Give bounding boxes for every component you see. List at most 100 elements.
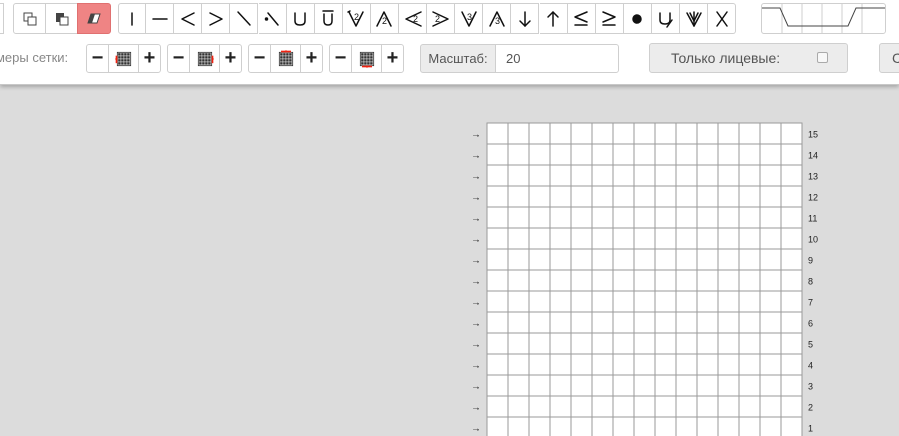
grid-cell[interactable] (507, 206, 530, 229)
grid-cell[interactable] (675, 185, 698, 208)
grid-cell[interactable] (612, 395, 635, 418)
grid-cell[interactable] (717, 311, 740, 334)
left-chevron-2-button[interactable]: 2 (399, 3, 428, 34)
grid-cell[interactable] (549, 290, 572, 313)
grid-cell[interactable] (528, 122, 551, 145)
grid-cell[interactable] (675, 395, 698, 418)
grid-cell[interactable] (612, 311, 635, 334)
grid-cell[interactable] (759, 122, 782, 145)
bottom-row-add-button[interactable]: + (381, 44, 404, 73)
grid-cell[interactable] (486, 395, 509, 418)
v-2-button[interactable]: 2 (342, 3, 371, 34)
greater-equal-button[interactable] (595, 3, 624, 34)
right-column-remove-button[interactable]: − (167, 44, 190, 73)
grid-cell[interactable] (507, 374, 530, 397)
grid-cell[interactable] (654, 248, 677, 271)
grid-cell[interactable] (675, 416, 698, 436)
grid-cell[interactable] (759, 269, 782, 292)
grid-cell[interactable] (738, 227, 761, 250)
grid-cell[interactable] (675, 332, 698, 355)
grid-cell[interactable] (528, 164, 551, 187)
grid-cell[interactable] (717, 227, 740, 250)
grid-cell[interactable] (738, 122, 761, 145)
grid-cell[interactable] (738, 248, 761, 271)
top-row-add-button[interactable]: + (300, 44, 323, 73)
grid-cell[interactable] (696, 185, 719, 208)
grid-cell[interactable] (549, 269, 572, 292)
grid-cell[interactable] (486, 122, 509, 145)
filled-dot-button[interactable] (623, 3, 652, 34)
grid-cell[interactable] (549, 185, 572, 208)
u-slash-button[interactable] (651, 3, 680, 34)
grid-cell[interactable] (507, 416, 530, 436)
grid-cell[interactable] (570, 227, 593, 250)
grid-cell[interactable] (738, 143, 761, 166)
grid-cell[interactable] (591, 143, 614, 166)
grid-cell[interactable] (654, 227, 677, 250)
backslash-dot-button[interactable] (258, 3, 287, 34)
grid-cell[interactable] (717, 395, 740, 418)
grid-cell[interactable] (612, 248, 635, 271)
x-cross-button[interactable] (708, 3, 737, 34)
grid-cell[interactable] (780, 374, 803, 397)
grid-cell[interactable] (717, 206, 740, 229)
grid-cell[interactable] (570, 395, 593, 418)
grid-cell[interactable] (759, 353, 782, 376)
knit-vertical-bar-button[interactable] (118, 3, 147, 34)
grid-cell[interactable] (759, 248, 782, 271)
grid-cell[interactable] (528, 290, 551, 313)
grid-cell[interactable] (675, 290, 698, 313)
grid-cell[interactable] (612, 143, 635, 166)
grid-cell[interactable] (528, 353, 551, 376)
right-chevron-2-button[interactable]: 2 (427, 3, 456, 34)
grid-cell[interactable] (759, 227, 782, 250)
grid-cell[interactable] (549, 416, 572, 436)
grid-cell[interactable] (549, 227, 572, 250)
grid-cell[interactable] (612, 374, 635, 397)
grid-cell[interactable] (591, 164, 614, 187)
grid-cell[interactable] (780, 227, 803, 250)
grid-cell[interactable] (570, 290, 593, 313)
grid-cell[interactable] (738, 311, 761, 334)
grid-cell[interactable] (633, 122, 656, 145)
grid-cell[interactable] (738, 290, 761, 313)
grid-cell[interactable] (591, 122, 614, 145)
grid-cell[interactable] (549, 332, 572, 355)
grid-cell[interactable] (759, 290, 782, 313)
grid-cell[interactable] (486, 164, 509, 187)
grid-cell[interactable] (570, 164, 593, 187)
grid-cell[interactable] (591, 311, 614, 334)
grid-cell[interactable] (570, 206, 593, 229)
grid-cell[interactable] (486, 227, 509, 250)
grid-cell[interactable] (738, 164, 761, 187)
grid-cell[interactable] (654, 374, 677, 397)
grid-cell[interactable] (738, 185, 761, 208)
grid-cell[interactable] (633, 206, 656, 229)
grid-cell[interactable] (654, 290, 677, 313)
grid-cell[interactable] (654, 143, 677, 166)
grid-cell[interactable] (738, 353, 761, 376)
less-than-button[interactable] (174, 3, 203, 34)
lambda-2-button[interactable]: 2 (370, 3, 399, 34)
grid-cell[interactable] (696, 164, 719, 187)
grid-cell[interactable] (591, 269, 614, 292)
grid-cell[interactable] (486, 206, 509, 229)
grid-cell[interactable] (612, 164, 635, 187)
grid-cell[interactable] (570, 311, 593, 334)
grid-cell[interactable] (507, 269, 530, 292)
grid-cell[interactable] (780, 332, 803, 355)
grid-cell[interactable] (780, 206, 803, 229)
knitting-chart-grid[interactable]: → 15 → 14 → 13 → 12 → 11 → 10 → 9 → 8 → 7 → 6 → 5 → 4 → 3 → 2 → 1 (460, 120, 840, 436)
grid-cell[interactable] (717, 374, 740, 397)
grid-cell[interactable] (507, 311, 530, 334)
grid-cell[interactable] (780, 311, 803, 334)
grid-cell[interactable] (528, 416, 551, 436)
grid-cell[interactable] (591, 248, 614, 271)
grid-cell[interactable] (759, 374, 782, 397)
grid-cell[interactable] (780, 269, 803, 292)
grid-cell[interactable] (780, 395, 803, 418)
grid-cell[interactable] (528, 395, 551, 418)
grid-cell[interactable] (675, 164, 698, 187)
grid-cell[interactable] (486, 248, 509, 271)
grid-cell[interactable] (759, 164, 782, 187)
